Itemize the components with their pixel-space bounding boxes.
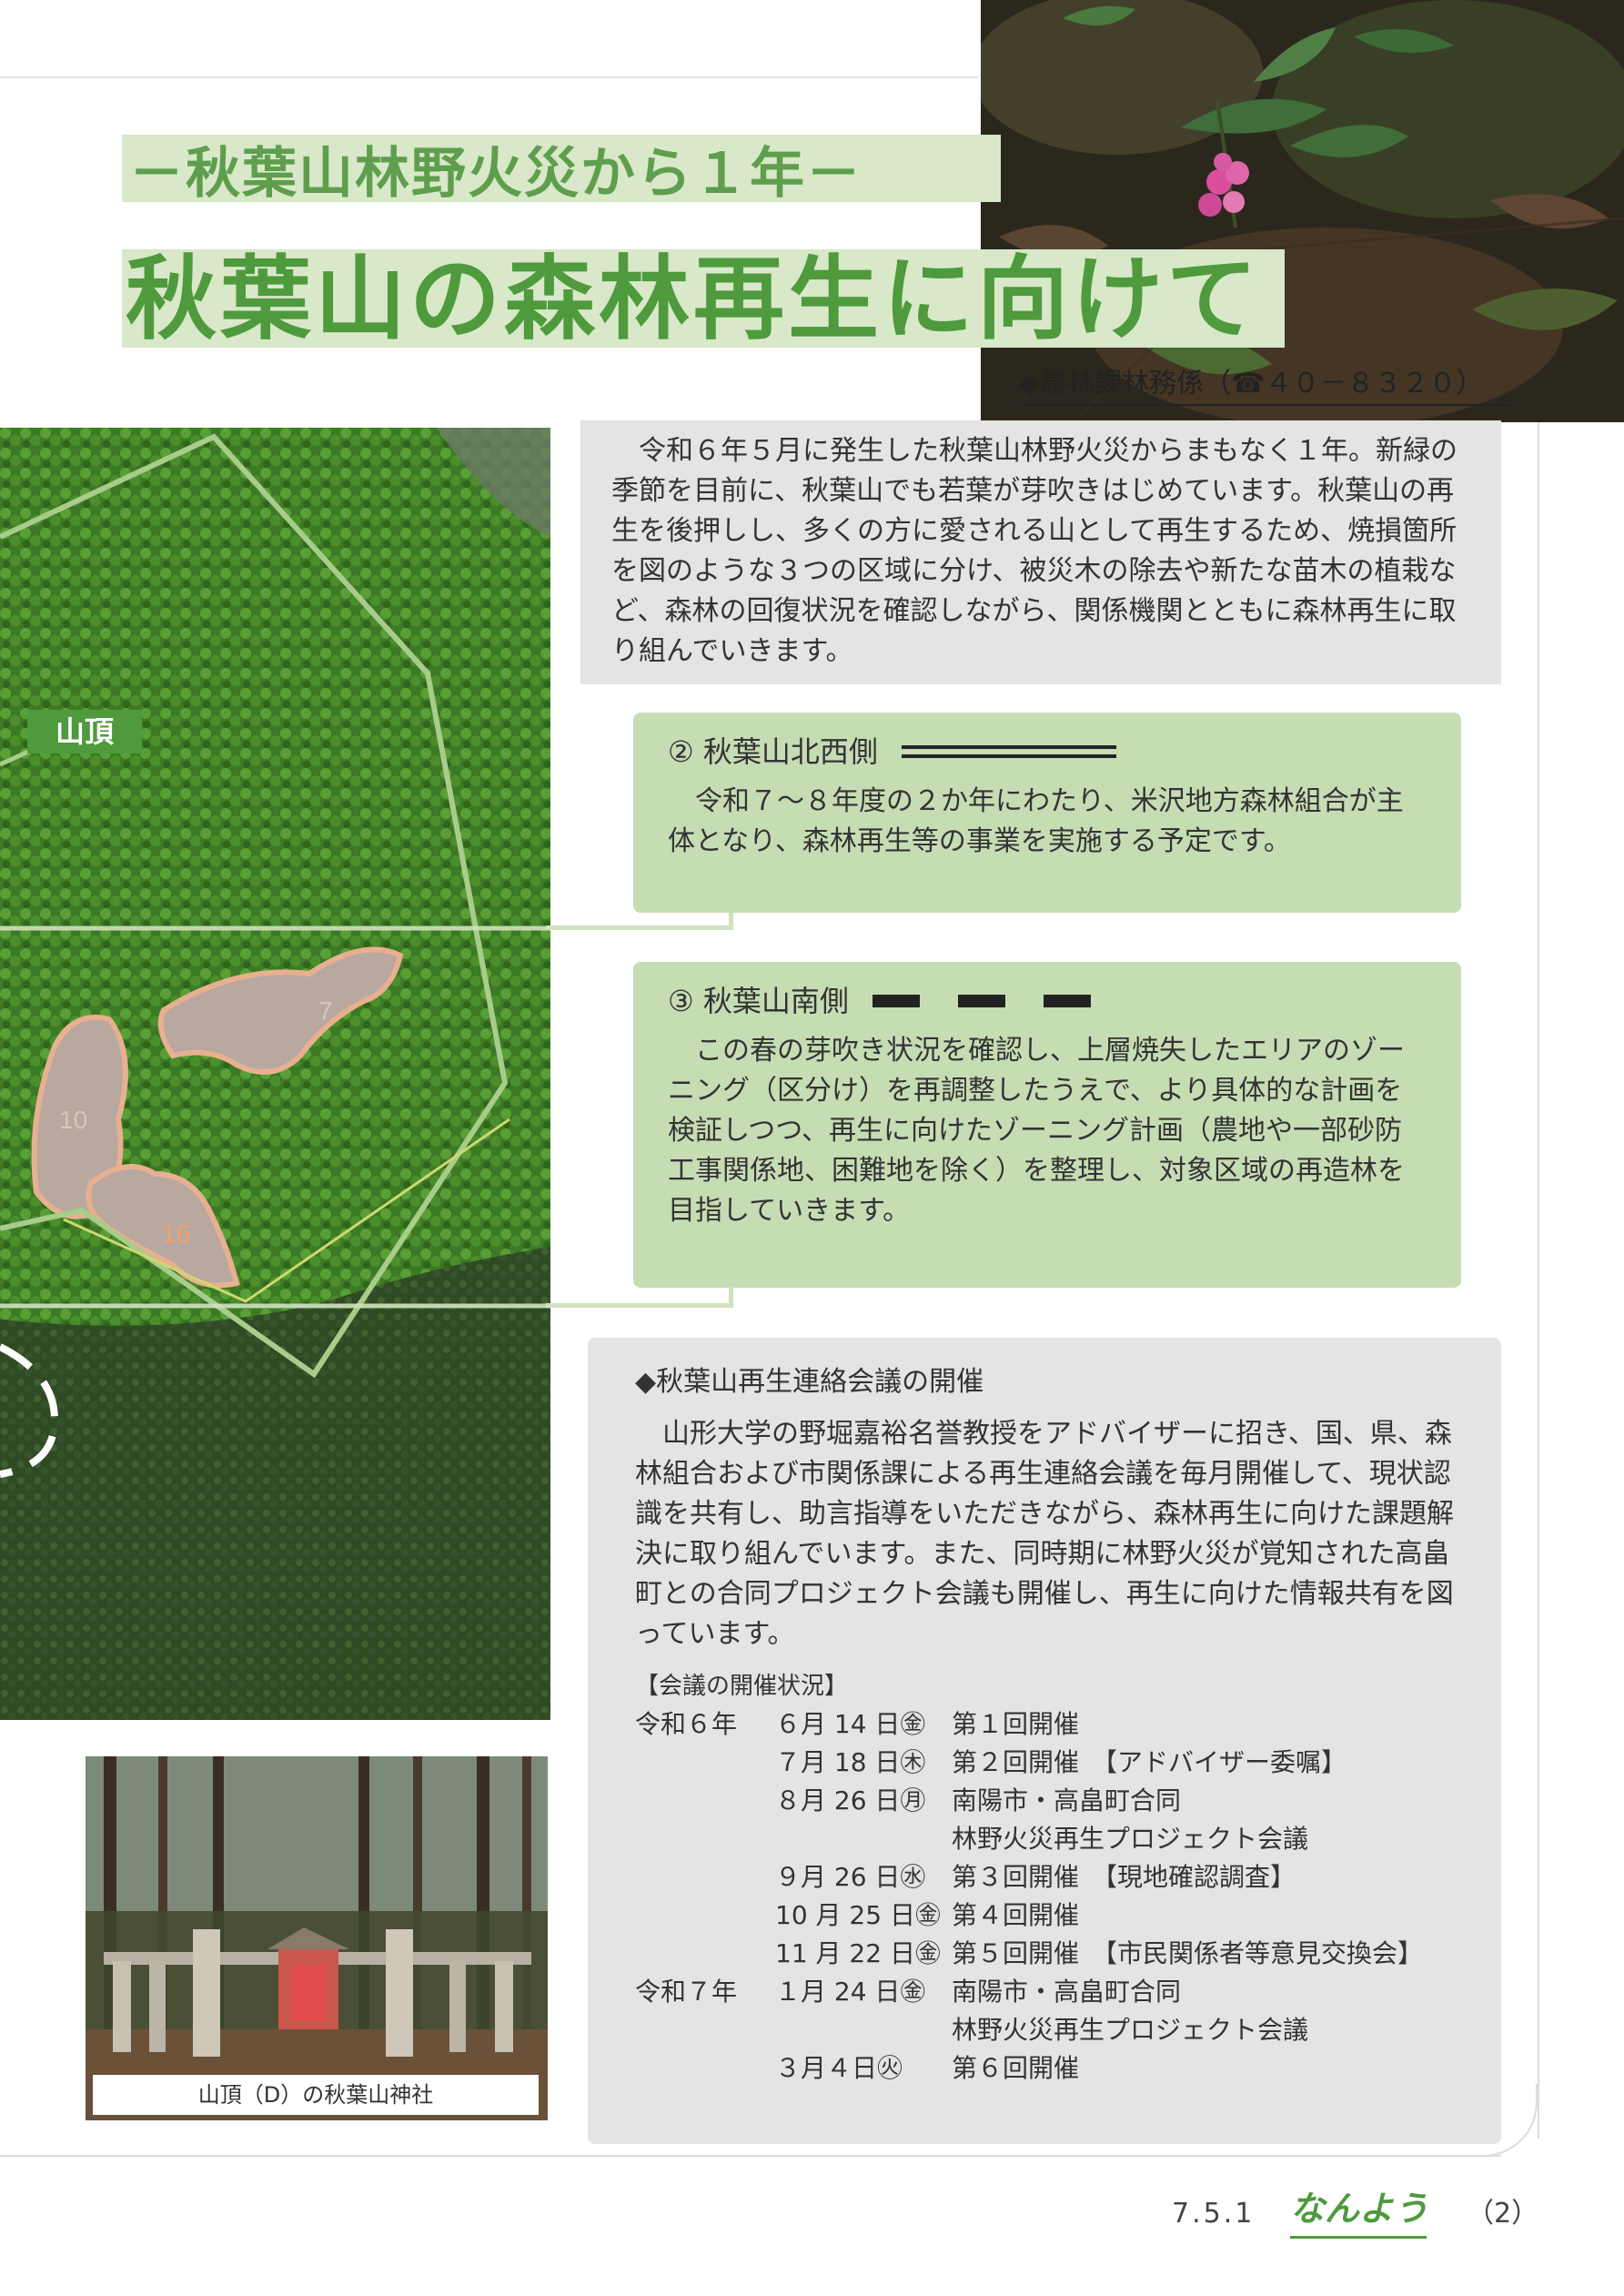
aerial-map: 7 10 16 (0, 428, 550, 1720)
schedule-row: ８月 26 日㊊ 南陽市・高畠町合同 (775, 1785, 1182, 1816)
south-heading-row: ③ 秋葉山南側 (668, 978, 1427, 1024)
footer-logo: なんよう (1290, 2186, 1428, 2239)
zone-label-10: 10 (59, 1106, 87, 1134)
footer-date: 7.5.1 (1172, 2198, 1256, 2230)
schedule-row: ７月 18 日㊍ 第２回開催 【アドバイザー委嘱】 (775, 1747, 1347, 1777)
northwest-heading-row: ② 秋葉山北西側 (668, 729, 1427, 774)
schedule-title: 【会議の開催状況】 (635, 1673, 849, 1700)
schedule-row: 林野火災再生プロジェクト会議 (952, 1824, 1309, 1854)
meeting-info-box: ◆秋葉山再生連絡会議の開催 山形大学の野堀嘉裕名誉教授をアドバイザーに招き、国、… (588, 1338, 1501, 2144)
shrine-photo (86, 1756, 548, 2120)
schedule-row: 10 月 25 日㊎ 第４回開催 (775, 1900, 1080, 1930)
contact-info: ◆農林課林務係（☎４０－８３２０） (1019, 368, 1484, 400)
intro-text: 令和６年５月に発生した秋葉山林野火災からまもなく１年。新緑の季節を目前に、秋葉山… (580, 420, 1501, 684)
flower-photo (981, 0, 1624, 422)
meeting-title: ◆秋葉山再生連絡会議の開催 (635, 1366, 984, 1398)
northwest-heading: ② 秋葉山北西側 (668, 734, 878, 769)
northwest-info-box: ② 秋葉山北西側 令和７～８年度の２か年にわたり、米沢地方森林組合が主体となり、… (633, 713, 1461, 913)
page-title: 秋葉山の森林再生に向けて (126, 245, 1261, 352)
schedule-row: 11 月 22 日㊎ 第５回開催 【市民関係者等意見交換会】 (775, 1938, 1424, 1968)
page-number: （2） (1467, 2198, 1539, 2230)
schedule-row: ３月４日㊋ 第６回開催 (775, 2053, 1080, 2083)
connector-line-2 (546, 1303, 733, 1308)
schedule-row: 令和７年 １月 24 日㊎ 南陽市・高畠町合同 (635, 1977, 1182, 2007)
schedule-row: 林野火災再生プロジェクト会議 (952, 2015, 1309, 2045)
zone-label-16: 16 (162, 1219, 190, 1248)
subtitle: －秋葉山林野火災から１年－ (129, 141, 862, 206)
meeting-body: 山形大学の野堀嘉裕名誉教授をアドバイザーに招き、国、県、森林組合および市関係課に… (635, 1418, 1454, 1650)
frame-bottom-line (0, 2155, 1501, 2157)
peak-label: 山頂 (27, 710, 142, 754)
top-rule (0, 76, 978, 78)
schedule-list: 令和６年 ６月 14 日㊎ 第１回開催 ７月 18 日㊍ 第２回開催 【アドバイザー委… (635, 1705, 1458, 2088)
south-heading: ③ 秋葉山南側 (668, 984, 849, 1018)
subtitle-band: －秋葉山林野火災から１年－ (122, 135, 1001, 206)
northwest-body: 令和７～８年度の２か年にわたり、米沢地方森林組合が主体となり、森林再生等の事業を… (668, 785, 1404, 857)
schedule-row: 令和６年 ６月 14 日㊎ 第１回開催 (635, 1709, 1080, 1739)
contact-underline (1019, 404, 1510, 406)
legend-solid-line-icon (901, 745, 1116, 758)
connector-line-1 (546, 925, 733, 930)
shrine-caption: 山頂（D）の秋葉山神社 (93, 2075, 539, 2115)
schedule-row: ９月 26 日㊌ 第３回開催 【現地確認調査】 (775, 1862, 1296, 1892)
legend-dashed-line-icon (872, 995, 1091, 1007)
zone-label-7: 7 (318, 996, 333, 1025)
south-body: この春の芽吹き状況を確認し、上層焼失したエリアのゾーニング（区分け）を再調整した… (668, 1035, 1405, 1227)
south-info-box: ③ 秋葉山南側 この春の芽吹き状況を確認し、上層焼失したエリアのゾーニング（区分… (633, 962, 1461, 1288)
